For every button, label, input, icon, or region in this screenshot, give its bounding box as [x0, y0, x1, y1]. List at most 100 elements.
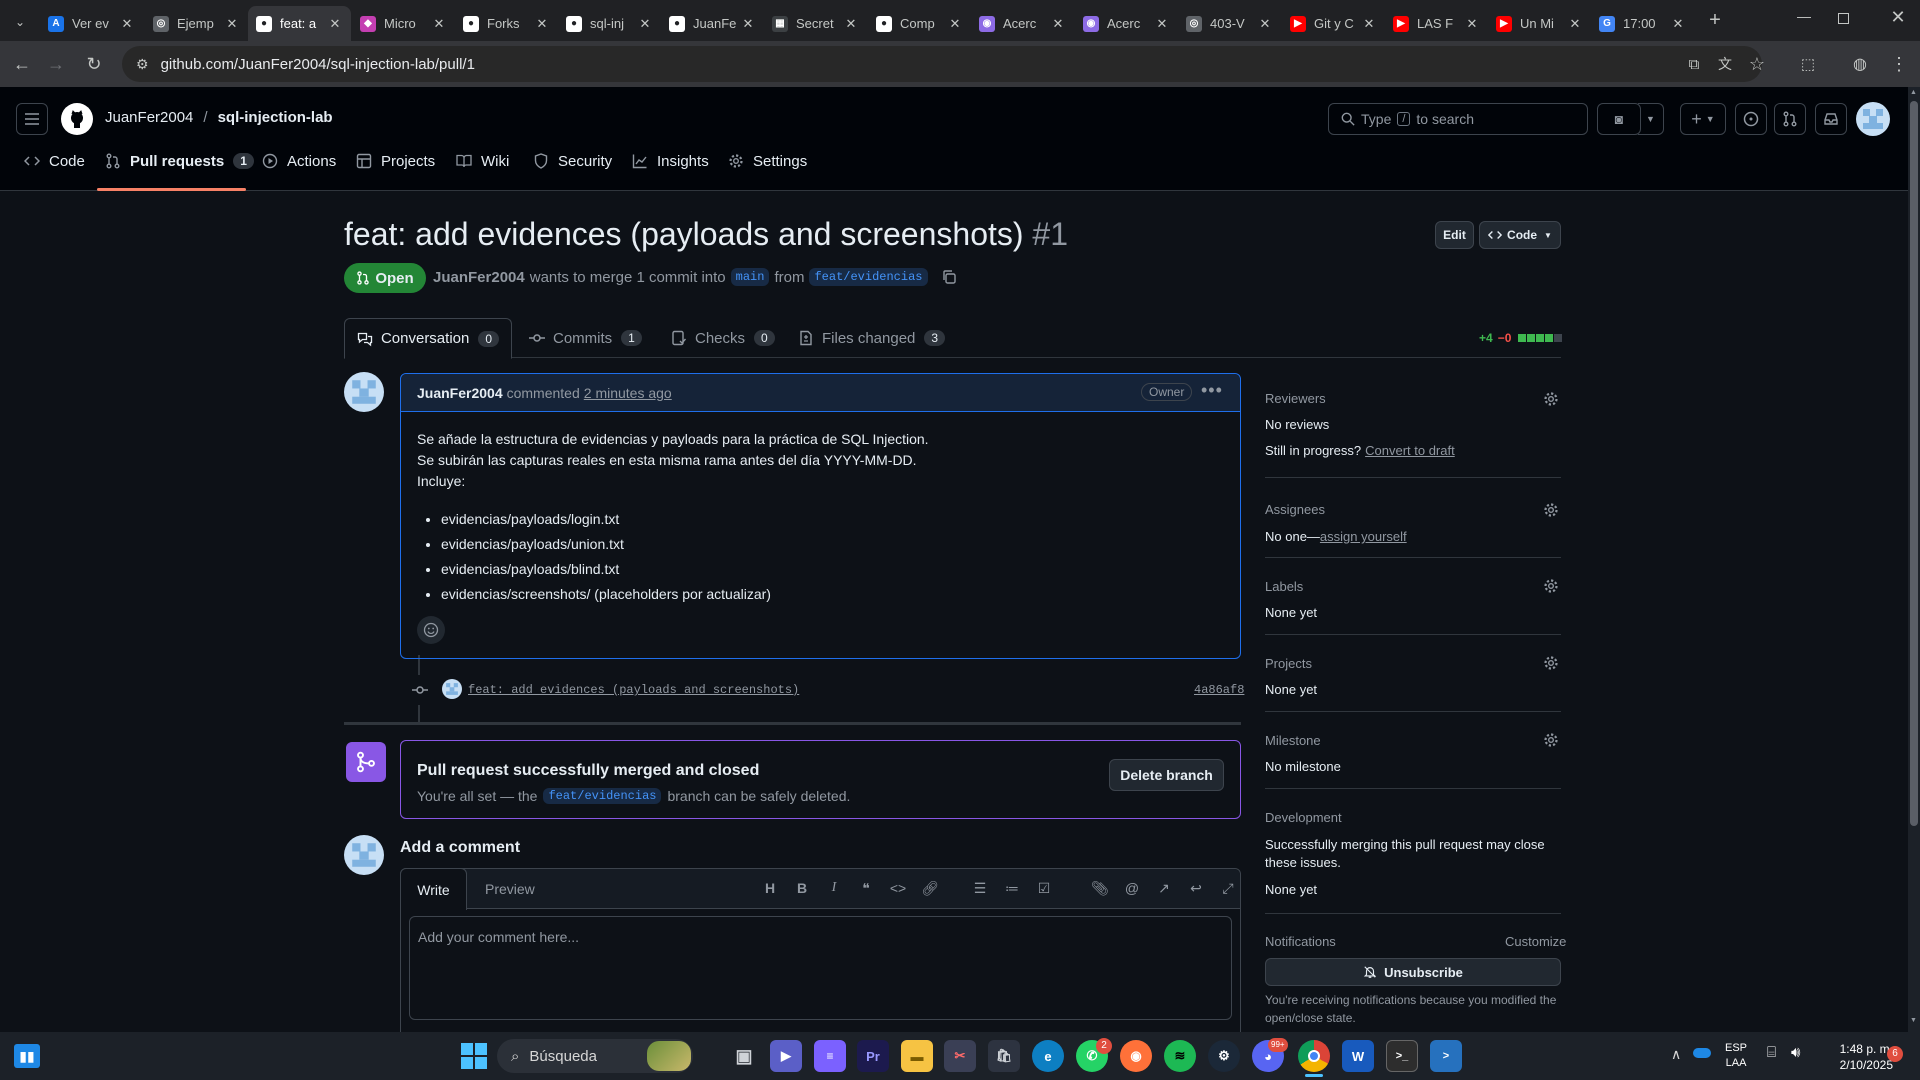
steam-icon[interactable]: ⚙ — [1208, 1040, 1240, 1072]
code-dropdown-button[interactable]: Code ▼ — [1479, 221, 1561, 249]
back-icon[interactable]: ← — [8, 50, 36, 78]
copilot-dropdown-button[interactable]: ▼ — [1638, 103, 1664, 135]
restore-icon[interactable] — [1838, 13, 1849, 24]
code-icon[interactable]: <> — [889, 880, 907, 897]
nav-pull-requests[interactable]: Pull requests 1 — [105, 143, 254, 179]
commit-avatar[interactable] — [442, 679, 462, 699]
issues-button[interactable] — [1735, 103, 1767, 135]
gear-icon[interactable] — [1543, 391, 1559, 407]
nav-settings[interactable]: Settings — [728, 143, 807, 179]
close-tab-icon[interactable]: ✕ — [534, 16, 550, 32]
store-icon[interactable]: 🛍︎ — [988, 1040, 1020, 1072]
convert-to-draft-link[interactable]: Convert to draft — [1365, 443, 1455, 458]
task-list-icon[interactable]: ☑ — [1035, 880, 1053, 897]
browser-tab[interactable]: ▦ Secret ✕ — [764, 6, 867, 41]
firefox-icon[interactable]: ◉ — [1120, 1040, 1152, 1072]
fullscreen-icon[interactable]: ⤢ — [1219, 880, 1237, 897]
translate-icon[interactable]: 文 — [1711, 50, 1739, 78]
browser-tab[interactable]: ◉ Acerc ✕ — [971, 6, 1074, 41]
create-new-button[interactable]: + ▼ — [1680, 103, 1726, 135]
italic-icon[interactable]: I — [825, 880, 843, 897]
commit-sha-link[interactable]: 4a86af8 — [1194, 683, 1244, 697]
repo-name-link[interactable]: sql-injection-lab — [218, 109, 333, 126]
nav-insights[interactable]: Insights — [632, 143, 709, 179]
tab-checks[interactable]: Checks 0 — [671, 318, 775, 358]
nav-code[interactable]: Code — [24, 143, 85, 179]
notification-badge[interactable]: 6 — [1887, 1046, 1903, 1062]
snipping-icon[interactable]: ✂ — [944, 1040, 976, 1072]
tab-write[interactable]: Write — [400, 868, 467, 910]
browser-tab[interactable]: ● sql-inj ✕ — [558, 6, 661, 41]
reload-icon[interactable]: ↻ — [80, 50, 108, 78]
tab-conversation[interactable]: Conversation 0 — [344, 318, 512, 359]
bulleted-list-icon[interactable]: ≔ — [1003, 880, 1021, 897]
gear-icon[interactable] — [1543, 502, 1559, 518]
taskview-icon[interactable]: ▣ — [728, 1040, 760, 1072]
profile-icon[interactable]: ◍ — [1846, 50, 1874, 78]
language-indicator[interactable]: ESP LAA — [1725, 1041, 1747, 1071]
browser-tab[interactable]: ▶ Un Mi ✕ — [1488, 6, 1591, 41]
powershell-icon[interactable]: > — [1430, 1040, 1462, 1072]
network-icon[interactable]: ⌸ — [1767, 1044, 1776, 1061]
hamburger-menu-button[interactable] — [16, 103, 48, 135]
head-branch[interactable]: feat/evidencias — [809, 268, 928, 286]
reviewers-label[interactable]: Reviewers — [1265, 391, 1326, 406]
page-scrollbar[interactable]: ▲ ▼ — [1908, 87, 1920, 1032]
browser-tab[interactable]: ● JuanFe ✕ — [661, 6, 764, 41]
nav-security[interactable]: Security — [533, 143, 612, 179]
chrome-menu-icon[interactable]: ⋮ — [1885, 50, 1913, 78]
comment-author[interactable]: JuanFer2004 — [417, 385, 503, 401]
attach-icon[interactable]: 📎︎ — [1091, 880, 1109, 897]
close-tab-icon[interactable]: ✕ — [224, 16, 240, 32]
labels-label[interactable]: Labels — [1265, 579, 1303, 594]
github-logo-icon[interactable] — [61, 103, 93, 135]
close-window-icon[interactable]: ✕ — [1888, 7, 1908, 28]
cross-reference-icon[interactable]: ↗ — [1155, 880, 1173, 897]
teams-icon[interactable]: ▶ — [770, 1040, 802, 1072]
browser-tab[interactable]: ● Forks ✕ — [455, 6, 558, 41]
file-explorer-icon[interactable]: ▬ — [901, 1040, 933, 1072]
close-tab-icon[interactable]: ✕ — [1567, 16, 1583, 32]
assignees-label[interactable]: Assignees — [1265, 502, 1325, 517]
onedrive-icon[interactable] — [1693, 1048, 1711, 1058]
volume-icon[interactable]: 🔊︎ — [1791, 1044, 1800, 1061]
comment-author-avatar[interactable] — [344, 372, 384, 412]
tab-commits[interactable]: Commits 1 — [529, 318, 642, 358]
start-button[interactable] — [461, 1043, 487, 1069]
user-avatar[interactable] — [1856, 102, 1890, 136]
close-tab-icon[interactable]: ✕ — [431, 16, 447, 32]
chrome-icon[interactable] — [1298, 1040, 1330, 1072]
browser-tab[interactable]: ◎ 403-V ✕ — [1178, 6, 1281, 41]
taskbar-search[interactable]: ⌕ Búsqueda — [497, 1039, 693, 1073]
tray-overflow-icon[interactable]: ∧ — [1671, 1046, 1681, 1063]
close-tab-icon[interactable]: ✕ — [119, 16, 135, 32]
install-app-icon[interactable]: ⧉ — [1680, 50, 1708, 78]
heading-icon[interactable]: H — [761, 880, 779, 897]
pr-author-link[interactable]: JuanFer2004 — [433, 269, 525, 286]
nav-wiki[interactable]: Wiki — [456, 143, 509, 179]
quote-icon[interactable]: ❝ — [857, 880, 875, 897]
minimize-icon[interactable]: — — [1792, 8, 1816, 24]
close-tab-icon[interactable]: ✕ — [1050, 16, 1066, 32]
tab-preview[interactable]: Preview — [485, 881, 535, 897]
close-tab-icon[interactable]: ✕ — [1154, 16, 1170, 32]
browser-tab[interactable]: ▶ Git y C ✕ — [1282, 6, 1385, 41]
customize-link[interactable]: Customize — [1505, 934, 1566, 949]
gear-icon[interactable] — [1543, 578, 1559, 594]
kebab-menu-icon[interactable]: ••• — [1201, 380, 1223, 401]
close-tab-icon[interactable]: ✕ — [637, 16, 653, 32]
close-tab-icon[interactable]: ✕ — [1361, 16, 1377, 32]
browser-tab[interactable]: ● Comp ✕ — [868, 6, 971, 41]
mention-icon[interactable]: @ — [1123, 880, 1141, 897]
browser-tab[interactable]: G 17:00 ✕ — [1591, 6, 1694, 41]
gear-icon[interactable] — [1543, 655, 1559, 671]
nav-projects[interactable]: Projects — [356, 143, 435, 179]
close-tab-icon[interactable]: ✕ — [327, 16, 343, 32]
merged-branch[interactable]: feat/evidencias — [543, 788, 662, 804]
browser-tab[interactable]: ▶ LAS F ✕ — [1385, 6, 1488, 41]
new-tab-icon[interactable]: + — [1703, 8, 1727, 32]
close-tab-icon[interactable]: ✕ — [740, 16, 756, 32]
delete-branch-button[interactable]: Delete branch — [1109, 759, 1224, 791]
address-bar[interactable]: ⚙ github.com/JuanFer2004/sql-injection-l… — [122, 46, 1762, 82]
extensions-icon[interactable]: ⬚ — [1794, 50, 1822, 78]
